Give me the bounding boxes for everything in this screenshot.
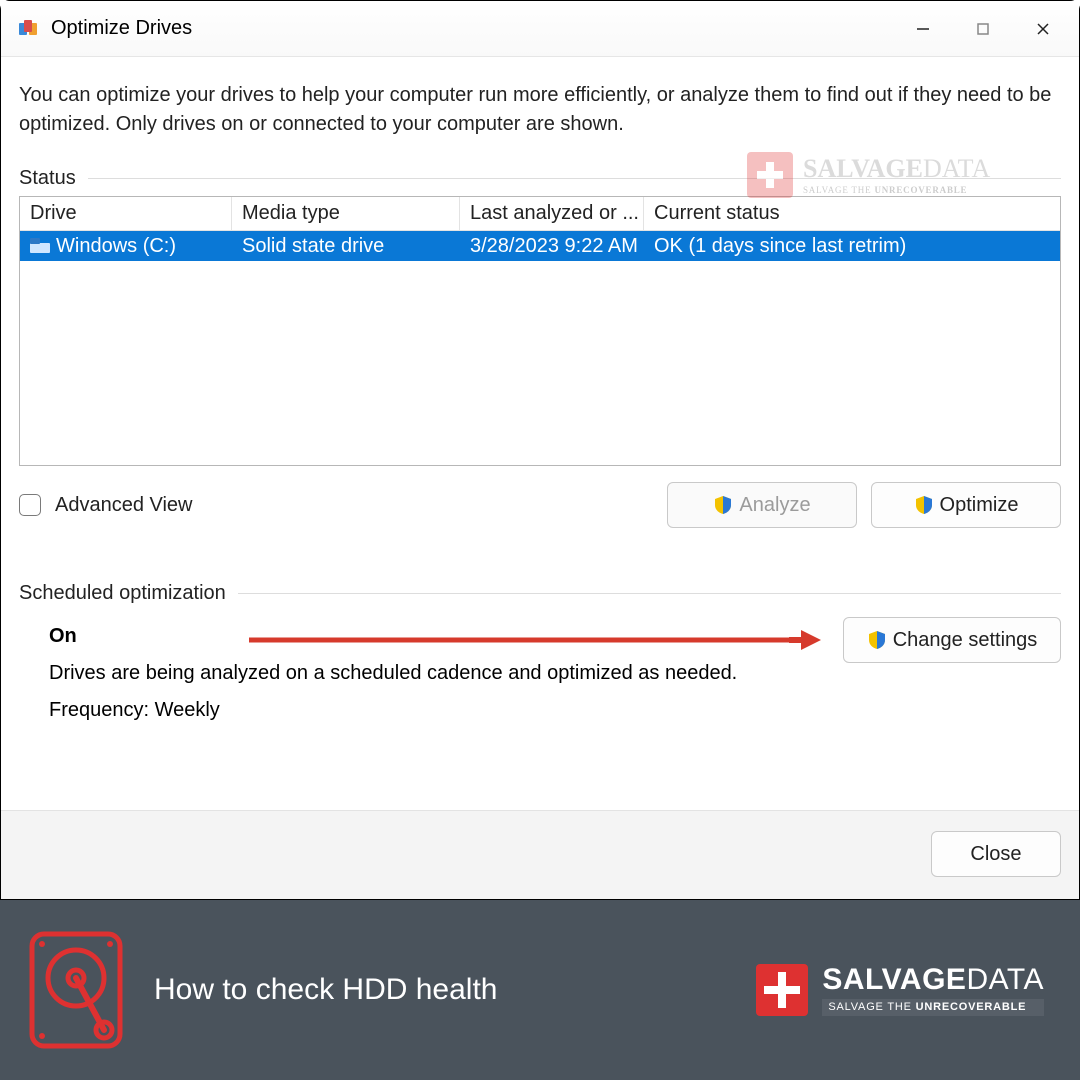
brand-text: SALVAGEDATA SALVAGE THE UNRECOVERABLE (822, 965, 1044, 1016)
analyze-button[interactable]: Analyze (667, 482, 857, 528)
advanced-view-label: Advanced View (55, 494, 193, 517)
col-drive[interactable]: Drive (20, 197, 232, 230)
tagline-bold: UNRECOVERABLE (916, 1001, 1027, 1013)
advanced-view-checkbox[interactable] (19, 494, 41, 516)
status-actions-row: Advanced View Analyze Optimize (19, 482, 1061, 528)
shield-icon (867, 630, 887, 650)
status-label: Status (19, 167, 76, 190)
drive-icon (30, 238, 50, 254)
scheduled-section-header: Scheduled optimization (19, 582, 1061, 605)
drives-list-header: Drive Media type Last analyzed or ... Cu… (20, 197, 1060, 231)
cell-drive-text: Windows (C:) (56, 235, 176, 258)
cell-media-type: Solid state drive (232, 235, 460, 258)
annotation-arrowhead (801, 630, 821, 650)
change-settings-button[interactable]: Change settings (843, 617, 1061, 663)
window-title: Optimize Drives (51, 17, 893, 40)
titlebar: Optimize Drives (1, 1, 1079, 57)
col-media-type[interactable]: Media type (232, 197, 460, 230)
shield-icon (713, 495, 733, 515)
footer: Close (1, 810, 1079, 899)
scheduled-frequency: Frequency: Weekly (49, 699, 1055, 722)
content-area: SALVAGEDATA SALVAGE THE UNRECOVERABLE Yo… (1, 57, 1079, 810)
tagline-pre: SALVAGE THE (828, 1001, 915, 1013)
brand-logo: SALVAGEDATA SALVAGE THE UNRECOVERABLE (756, 964, 1054, 1016)
close-button[interactable] (1013, 1, 1073, 56)
divider (88, 178, 1061, 179)
close-label: Close (970, 843, 1021, 866)
col-current-status[interactable]: Current status (644, 197, 1060, 230)
col-last-analyzed[interactable]: Last analyzed or ... (460, 197, 644, 230)
cell-drive: Windows (C:) (20, 235, 232, 258)
brand-bold: SALVAGE (822, 963, 966, 996)
brand-light: DATA (966, 963, 1044, 996)
scheduled-section: Scheduled optimization On C (19, 582, 1061, 722)
annotation-arrow (249, 637, 809, 643)
scheduled-description: Drives are being analyzed on a scheduled… (49, 662, 1055, 685)
hdd-icon (26, 930, 126, 1050)
cell-last-analyzed: 3/28/2023 9:22 AM (460, 235, 644, 258)
maximize-button[interactable] (953, 1, 1013, 56)
analyze-label: Analyze (739, 494, 810, 517)
drives-list[interactable]: Drive Media type Last analyzed or ... Cu… (19, 196, 1061, 466)
minimize-button[interactable] (893, 1, 953, 56)
optimize-label: Optimize (940, 494, 1019, 517)
cell-current-status: OK (1 days since last retrim) (644, 235, 1060, 258)
optimize-drives-window: Optimize Drives SALVAGEDATA SALVAGE THE … (0, 0, 1080, 900)
status-section-header: Status (19, 167, 1061, 190)
optimize-button[interactable]: Optimize (871, 482, 1061, 528)
app-icon (17, 17, 41, 41)
close-footer-button[interactable]: Close (931, 831, 1061, 877)
shield-icon (914, 495, 934, 515)
banner-caption: How to check HDD health (154, 973, 728, 1007)
description-text: You can optimize your drives to help you… (19, 81, 1061, 139)
divider (238, 593, 1061, 594)
plus-icon (756, 964, 808, 1016)
tutorial-banner: How to check HDD health SALVAGEDATA SALV… (0, 900, 1080, 1080)
change-settings-label: Change settings (893, 629, 1038, 652)
drive-row[interactable]: Windows (C:) Solid state drive 3/28/2023… (20, 231, 1060, 261)
scheduled-label: Scheduled optimization (19, 582, 226, 605)
scheduled-body: On Change settings Drives are (19, 611, 1061, 722)
